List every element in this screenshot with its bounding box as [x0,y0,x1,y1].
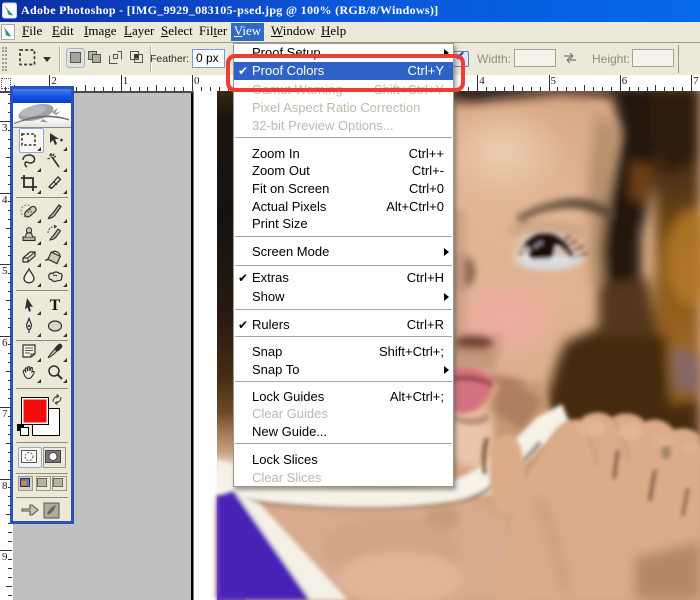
svg-text:T: T [50,297,61,314]
